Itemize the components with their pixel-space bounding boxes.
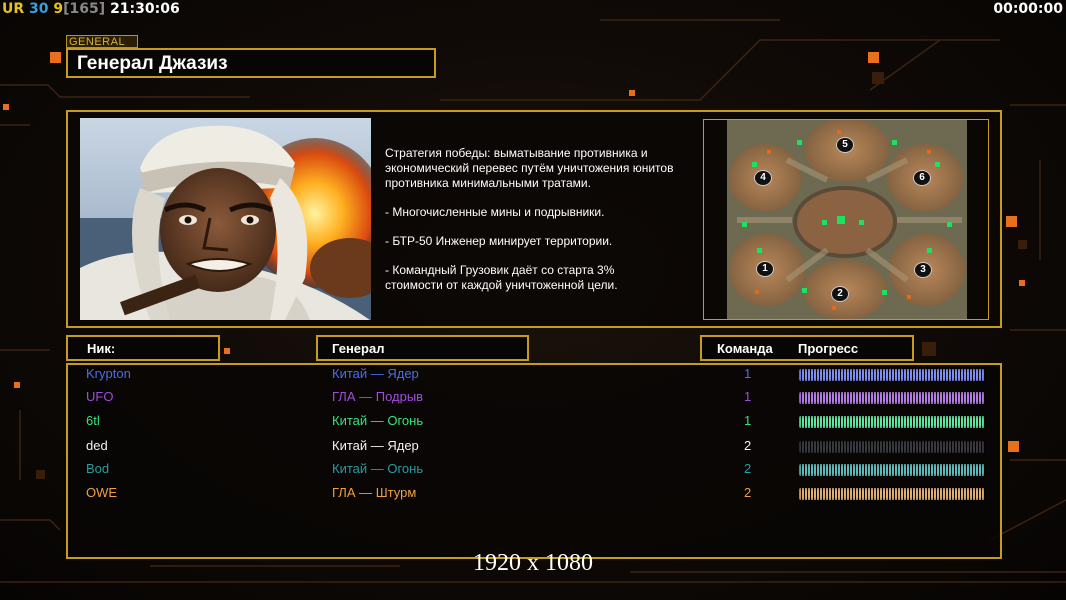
column-header-general: Генерал: [316, 335, 529, 361]
hud-clock: 21:30:06: [110, 1, 180, 17]
minimap[interactable]: 1 2 3 4 5 6: [727, 120, 967, 319]
progress-header-label: Прогресс: [798, 341, 859, 356]
spawn-marker-3[interactable]: 3: [914, 262, 932, 278]
spawn-marker-2[interactable]: 2: [831, 286, 849, 302]
player-nick: ded: [86, 438, 108, 453]
feature-command-truck: - Командный Грузовик даёт со старта 3% с…: [385, 263, 618, 292]
player-general: Китай — Ядер: [332, 438, 419, 453]
general-portrait-image: [80, 118, 371, 320]
spawn-marker-6[interactable]: 6: [913, 170, 931, 186]
hud-fps: 30: [29, 1, 49, 17]
column-header-nick: Ник:: [66, 335, 220, 361]
nick-header-label: Ник:: [87, 341, 116, 356]
player-nick: Bod: [86, 461, 110, 476]
player-general: Китай — Ядер: [332, 366, 419, 381]
player-team: 1: [744, 413, 752, 428]
column-header-team-progress: Команда Прогресс: [700, 335, 914, 361]
player-nick: Krypton: [86, 366, 131, 381]
player-nick: OWE: [86, 485, 118, 500]
player-general: Китай — Огонь: [332, 461, 424, 476]
player-progress-bar: [799, 416, 985, 428]
general-header-label: Генерал: [332, 341, 385, 356]
player-row: 6tl Китай — Огонь 1: [0, 413, 1066, 433]
player-nick: 6tl: [86, 413, 100, 428]
player-general: ГЛА — Подрыв: [332, 389, 424, 404]
player-progress-bar: [799, 464, 985, 476]
player-team: 2: [744, 461, 752, 476]
player-row: OWE ГЛА — Штурм 2: [0, 485, 1066, 505]
general-tag: GENERAL: [66, 35, 138, 48]
player-team: 1: [744, 366, 752, 381]
player-progress-bar: [799, 369, 985, 381]
player-progress-bar: [799, 392, 985, 404]
player-row: UFO ГЛА — Подрыв 1: [0, 389, 1066, 409]
player-general: Китай — Огонь: [332, 413, 424, 428]
player-team: 2: [744, 485, 752, 500]
hud-game-timer: 00:00:00: [993, 1, 1063, 17]
spawn-marker-4[interactable]: 4: [754, 170, 772, 186]
player-row: ded Китай — Ядер 2: [0, 438, 1066, 458]
player-row: Krypton Китай — Ядер 1: [0, 366, 1066, 386]
strategy-description: Стратегия победы: выматывание противника…: [385, 146, 700, 307]
feature-btr-engineer: - БТР-50 Инженер минирует территории.: [385, 234, 613, 248]
title-box: Генерал Джазиз: [66, 48, 436, 78]
player-general: ГЛА — Штурм: [332, 485, 417, 500]
hud-bracket-value: 165: [69, 1, 99, 17]
hud-stats: UR 30 9[165] 21:30:06: [2, 1, 180, 17]
resolution-label: 1920 x 1080: [473, 550, 593, 576]
page-title: Генерал Джазиз: [77, 53, 228, 74]
player-progress-bar: [799, 488, 985, 500]
feature-mines: - Многочисленные мины и подрывники.: [385, 205, 605, 219]
spawn-marker-1[interactable]: 1: [756, 261, 774, 277]
strategy-text: Стратегия победы: выматывание противника…: [385, 146, 674, 190]
player-nick: UFO: [86, 389, 114, 404]
spawn-marker-5[interactable]: 5: [836, 137, 854, 153]
player-team: 2: [744, 438, 752, 453]
player-row: Bod Китай — Огонь 2: [0, 461, 1066, 481]
hud-bracket-close: ]: [98, 1, 106, 17]
player-progress-bar: [799, 441, 985, 453]
team-header-label: Команда: [717, 341, 773, 356]
player-team: 1: [744, 389, 752, 404]
hud-count: 9: [53, 1, 64, 17]
hud-ur-label: UR: [2, 1, 25, 17]
